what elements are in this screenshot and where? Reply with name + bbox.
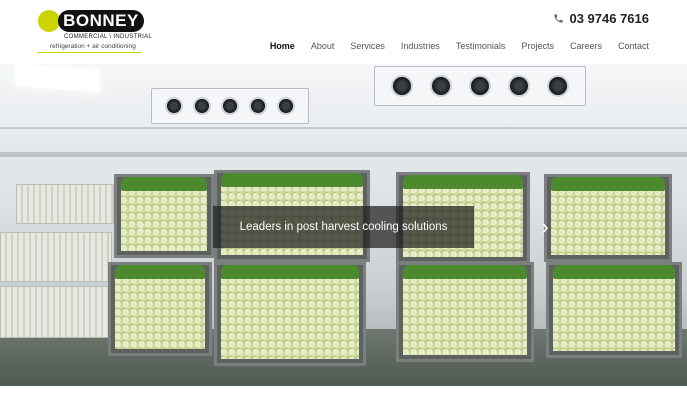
chevron-left-icon[interactable]: ‹	[134, 216, 150, 238]
hero-slider: Leaders in post harvest cooling solution…	[0, 64, 687, 386]
logo-dot	[38, 10, 60, 32]
main-nav: Home About Services Industries Testimoni…	[254, 41, 649, 51]
white-crate	[0, 232, 112, 282]
fan-icon	[221, 97, 239, 115]
produce-bin	[214, 262, 366, 366]
phone-icon	[554, 14, 564, 23]
fan-icon	[507, 75, 530, 97]
chevron-right-icon[interactable]: ›	[537, 216, 553, 238]
nav-item-about[interactable]: About	[311, 41, 335, 51]
produce-bin	[396, 262, 534, 362]
fan-icon	[249, 97, 267, 115]
white-crate	[0, 286, 110, 338]
nav-item-careers[interactable]: Careers	[570, 41, 602, 51]
wall-rail	[0, 152, 687, 157]
white-crate	[16, 184, 114, 224]
nav-item-services[interactable]: Services	[350, 41, 385, 51]
evaporator-unit	[374, 66, 586, 106]
nav-item-projects[interactable]: Projects	[521, 41, 554, 51]
wall-rail	[0, 127, 687, 129]
fan-icon	[468, 75, 491, 97]
fan-icon	[193, 97, 211, 115]
fan-icon	[391, 75, 414, 97]
produce-bin	[544, 174, 672, 262]
evaporator-unit	[151, 88, 309, 124]
content-section	[0, 386, 687, 412]
fan-icon	[277, 97, 295, 115]
produce-bin	[546, 262, 682, 358]
site-header: BONNEY COMMERCIAL \ INDUSTRIAL refrigera…	[0, 0, 687, 64]
logo-wordmark: BONNEY	[58, 10, 144, 32]
slide-caption: Leaders in post harvest cooling solution…	[213, 206, 474, 248]
nav-item-industries[interactable]: Industries	[401, 41, 440, 51]
phone-number[interactable]: 03 9746 7616	[553, 11, 649, 26]
produce-bin	[108, 262, 212, 356]
fan-icon	[165, 97, 183, 115]
fan-icon	[546, 75, 569, 97]
nav-item-home[interactable]: Home	[270, 41, 295, 51]
nav-item-testimonials[interactable]: Testimonials	[456, 41, 506, 51]
fan-icon	[430, 75, 453, 97]
nav-item-contact[interactable]: Contact	[618, 41, 649, 51]
produce-bin	[114, 174, 214, 258]
logo-divider	[38, 52, 142, 53]
phone-number-text: 03 9746 7616	[569, 11, 649, 26]
bonney-logo[interactable]: BONNEY COMMERCIAL \ INDUSTRIAL refrigera…	[38, 8, 153, 54]
logo-tagline-top: COMMERCIAL \ INDUSTRIAL	[64, 34, 153, 40]
logo-tagline-bottom: refrigeration + air conditioning	[50, 43, 136, 50]
